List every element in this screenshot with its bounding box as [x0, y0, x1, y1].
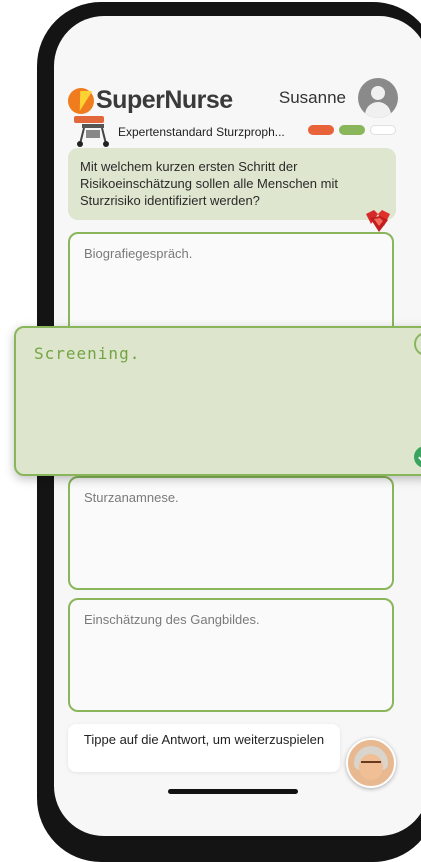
user-name[interactable]: Susanne: [279, 88, 346, 108]
user-avatar-icon[interactable]: [358, 78, 398, 118]
hint-text: Tippe auf die Antwort, um weiterzuspiele…: [83, 732, 325, 747]
selected-answer-card[interactable]: Screening.: [14, 326, 421, 476]
course-title: Expertenstandard Sturzproph...: [118, 125, 285, 139]
lightning-bolt-icon: [68, 87, 94, 114]
answer-label: Biografiegespräch.: [84, 246, 193, 261]
home-indicator[interactable]: [168, 789, 298, 794]
answer-option-3[interactable]: Sturzanamnese.: [68, 476, 394, 590]
progress-pill: [308, 125, 334, 135]
ruby-gem-icon: [366, 210, 390, 232]
check-icon: [414, 446, 421, 468]
selected-answer-label: Screening.: [34, 344, 141, 363]
answer-option-4[interactable]: Einschätzung des Gangbildes.: [68, 598, 394, 712]
progress-pills: [308, 125, 396, 135]
question-text: Mit welchem kurzen ersten Schritt der Ri…: [80, 159, 338, 208]
app-header: SuperNurse Susanne: [68, 78, 398, 118]
radio-circle-icon: [414, 332, 421, 356]
progress-pill: [370, 125, 396, 135]
progress-pill: [339, 125, 365, 135]
logo-text: SuperNurse: [96, 86, 233, 114]
course-row: Expertenstandard Sturzproph...: [72, 116, 402, 147]
answer-label: Einschätzung des Gangbildes.: [84, 612, 260, 627]
question-card: Mit welchem kurzen ersten Schritt der Ri…: [68, 148, 396, 220]
nurse-avatar-icon[interactable]: [346, 738, 396, 788]
walker-badge-icon: [74, 116, 109, 147]
answer-label: Sturzanamnese.: [84, 490, 179, 505]
app-logo: SuperNurse: [68, 86, 233, 115]
hint-box[interactable]: Tippe auf die Antwort, um weiterzuspiele…: [68, 724, 340, 772]
